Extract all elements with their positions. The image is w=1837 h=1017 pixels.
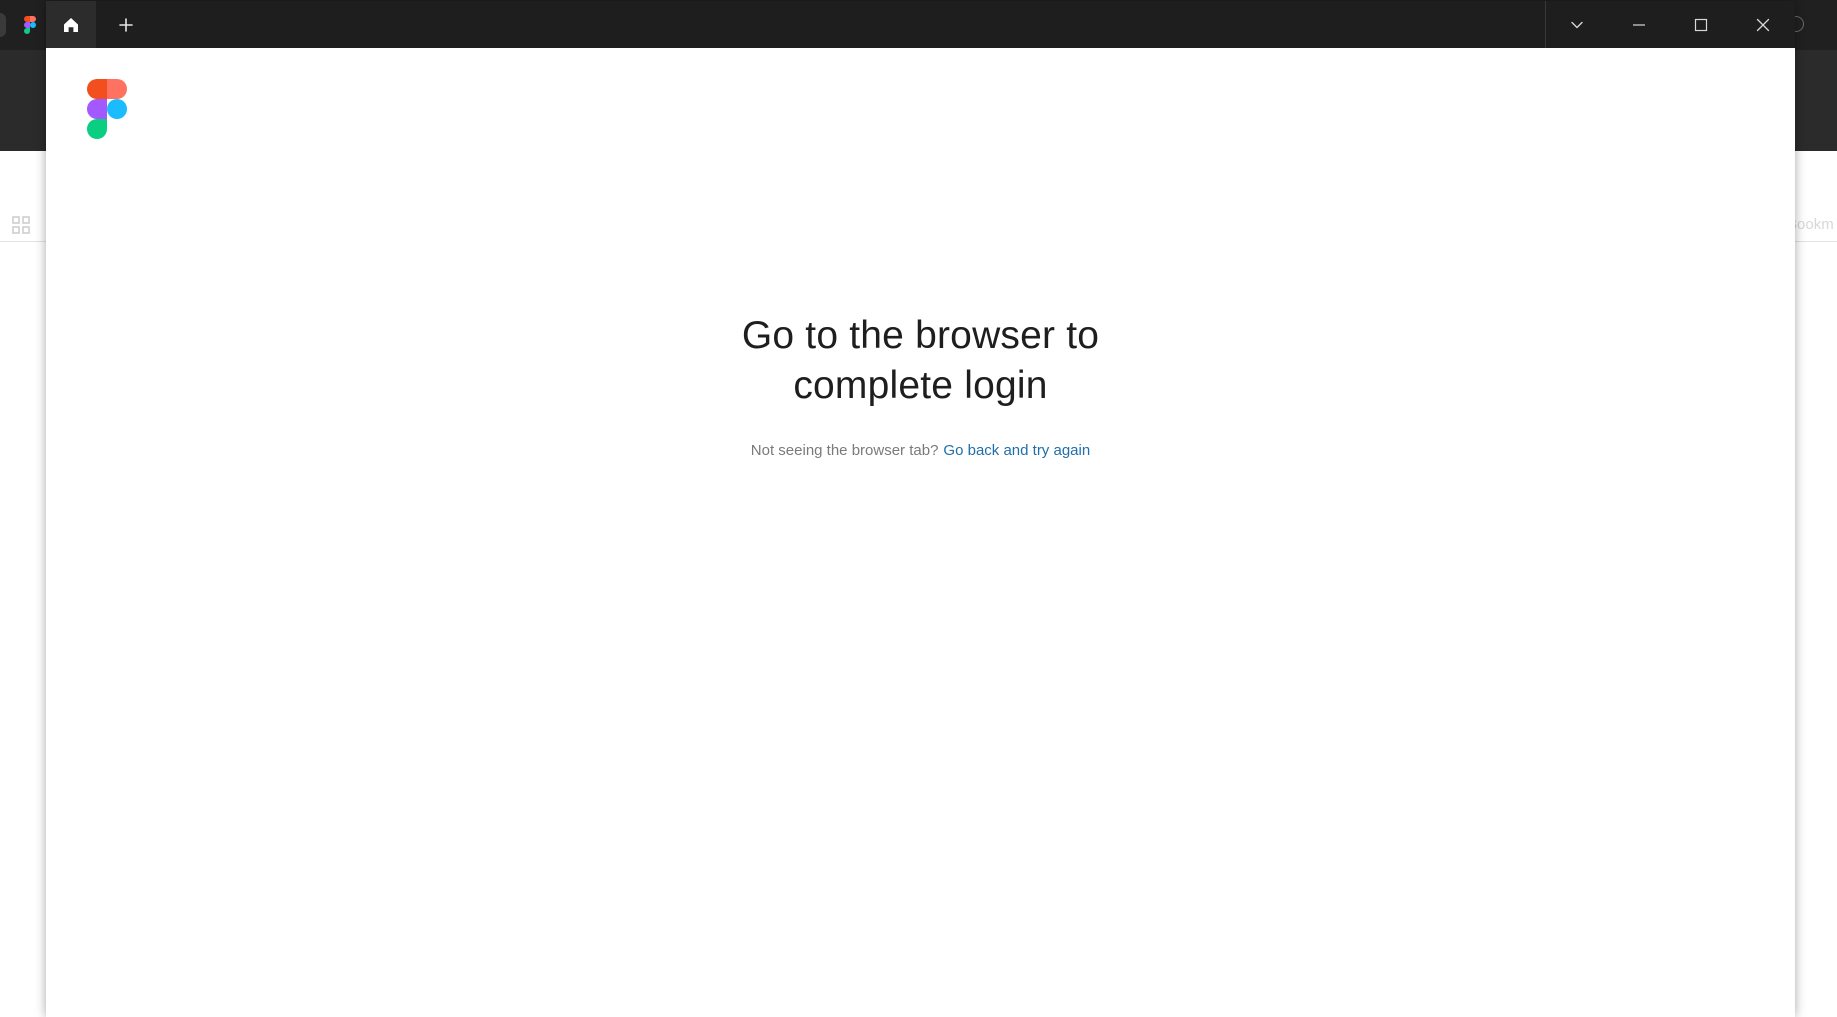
go-back-retry-link[interactable]: Go back and try again — [943, 441, 1090, 461]
home-icon — [64, 17, 78, 32]
helper-text: Not seeing the browser tab? — [750, 442, 939, 459]
close-button[interactable] — [1732, 1, 1794, 48]
apps-grid-icon — [12, 216, 30, 234]
home-tab[interactable] — [46, 1, 96, 48]
chevron-down-icon — [1571, 21, 1583, 28]
maximize-button[interactable] — [1670, 1, 1732, 48]
tabs-dropdown-button[interactable] — [1546, 1, 1608, 48]
plus-icon — [119, 17, 133, 32]
app-titlebar — [46, 1, 1795, 48]
minimize-icon — [1633, 23, 1645, 26]
background-tab-edge — [0, 13, 6, 37]
maximize-icon — [1694, 18, 1708, 31]
figma-logo-icon — [87, 79, 127, 139]
page-title: Go to the browser to complete login — [741, 314, 1100, 407]
apps-button[interactable] — [8, 212, 34, 238]
close-icon — [1756, 18, 1770, 31]
new-tab-button[interactable] — [106, 1, 146, 48]
login-handoff-panel: Go to the browser to complete login Not … — [46, 311, 1795, 461]
figma-favicon-icon[interactable] — [24, 16, 36, 34]
figma-app-window: Go to the browser to complete login Not … — [46, 1, 1795, 1017]
helper-row: Not seeing the browser tab? Go back and … — [751, 441, 1090, 461]
minimize-button[interactable] — [1608, 1, 1670, 48]
